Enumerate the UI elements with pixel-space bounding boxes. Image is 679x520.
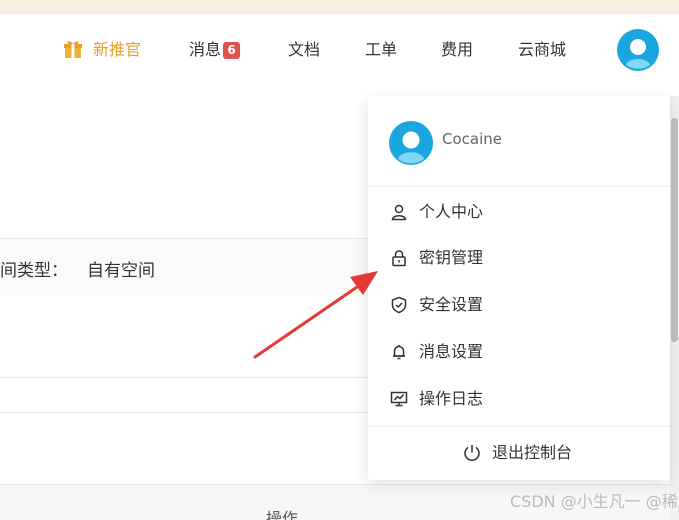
monitor-chart-icon	[390, 391, 408, 407]
shield-icon	[391, 296, 407, 314]
divider-line	[0, 377, 370, 378]
username: Cocaine	[442, 130, 502, 148]
market-nav-link[interactable]: 云商城	[518, 14, 566, 86]
avatar[interactable]	[617, 29, 659, 71]
menu-item-security[interactable]: 安全设置	[368, 282, 670, 328]
page: 新推官 消息 6 文档 工单 费用 云商城 间类型： 自有空间 操作 Cocai…	[0, 0, 679, 520]
scrollbar-thumb[interactable]	[671, 118, 678, 342]
space-type-value: 自有空间	[87, 261, 155, 281]
billing-nav-link[interactable]: 费用	[441, 14, 473, 86]
user-avatar	[389, 121, 433, 165]
watermark-text: CSDN @小生凡一 @稀土掘金技术社区	[510, 492, 679, 511]
bell-icon	[393, 345, 405, 360]
lock-icon	[392, 250, 406, 267]
docs-nav-link[interactable]: 文档	[288, 14, 320, 86]
promo-nav-link[interactable]: 新推官	[63, 14, 141, 86]
menu-item-notifications[interactable]: 消息设置	[368, 329, 670, 375]
gift-icon	[64, 41, 82, 58]
logout-button[interactable]: 退出控制台	[368, 430, 670, 476]
promo-label: 新推官	[93, 40, 142, 59]
menu-item-label: 个人中心	[419, 202, 484, 221]
logout-label: 退出控制台	[492, 443, 573, 462]
menu-item-label: 密钥管理	[419, 248, 484, 267]
menu-item-operation-log[interactable]: 操作日志	[368, 376, 670, 422]
menu-item-keys[interactable]: 密钥管理	[368, 235, 670, 281]
space-type-label: 间类型：	[0, 261, 68, 281]
messages-nav-link[interactable]: 消息 6	[189, 14, 241, 86]
operation-column-header: 操作	[266, 509, 299, 520]
user-icon	[391, 204, 407, 221]
messages-label: 消息	[189, 40, 222, 59]
divider-line	[0, 412, 370, 413]
user-menu-header: Cocaine	[368, 96, 670, 187]
tickets-nav-link[interactable]: 工单	[365, 14, 397, 86]
menu-item-label: 操作日志	[419, 389, 484, 408]
power-icon	[464, 445, 480, 461]
messages-count-badge: 6	[223, 42, 241, 59]
top-navbar: 新推官 消息 6 文档 工单 费用 云商城	[0, 14, 679, 86]
menu-item-label: 消息设置	[419, 342, 484, 361]
user-menu-dropdown: Cocaine 个人中心 密钥管理 安全设置 消息设置 操作日志 退出控制台	[368, 96, 670, 480]
menu-item-label: 安全设置	[419, 295, 484, 314]
menu-divider	[368, 426, 670, 427]
menu-item-profile[interactable]: 个人中心	[368, 189, 670, 235]
top-banner-strip	[0, 0, 679, 14]
